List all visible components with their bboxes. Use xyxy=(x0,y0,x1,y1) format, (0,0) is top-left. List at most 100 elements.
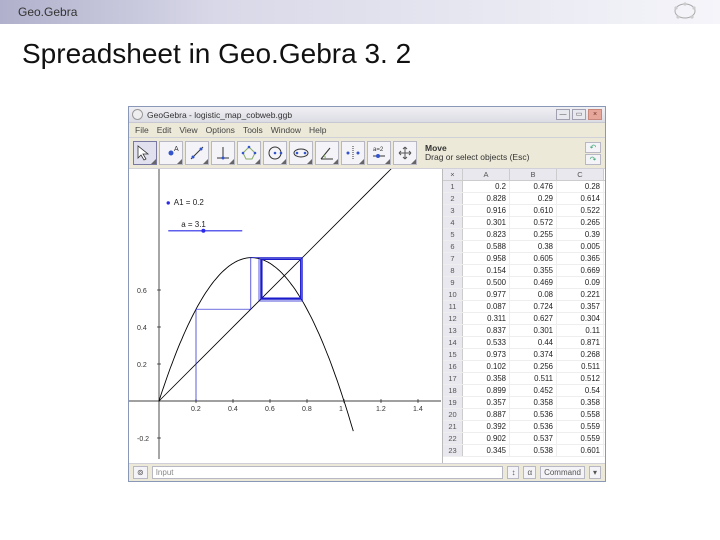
spreadsheet-cell[interactable]: 0.358 xyxy=(510,397,557,408)
spreadsheet-cell[interactable]: 0.09 xyxy=(557,277,604,288)
row-header[interactable]: 22 xyxy=(443,433,463,444)
spreadsheet-cell[interactable]: 0.533 xyxy=(463,337,510,348)
row-header[interactable]: 16 xyxy=(443,361,463,372)
graphics-view[interactable]: 0.20.40.60.811.21.4-0.20.20.40.6A1 = 0.2… xyxy=(129,169,443,463)
spreadsheet-cell[interactable]: 0.301 xyxy=(510,325,557,336)
spreadsheet-cell[interactable]: 0.977 xyxy=(463,289,510,300)
menu-options[interactable]: Options xyxy=(206,125,235,135)
row-header[interactable]: 17 xyxy=(443,373,463,384)
spreadsheet-cell[interactable]: 0.44 xyxy=(510,337,557,348)
row-header[interactable]: 8 xyxy=(443,265,463,276)
row-header[interactable]: 13 xyxy=(443,325,463,336)
row-header[interactable]: 2 xyxy=(443,193,463,204)
spreadsheet-cell[interactable]: 0.887 xyxy=(463,409,510,420)
row-header[interactable]: 9 xyxy=(443,277,463,288)
spreadsheet-cell[interactable]: 0.29 xyxy=(510,193,557,204)
spreadsheet-cell[interactable]: 0.837 xyxy=(463,325,510,336)
spreadsheet-cell[interactable]: 0.365 xyxy=(557,253,604,264)
spreadsheet-cell[interactable]: 0.536 xyxy=(510,421,557,432)
spreadsheet-cell[interactable]: 0.871 xyxy=(557,337,604,348)
statusbar-alpha-dd[interactable]: α xyxy=(523,466,536,479)
spreadsheet-cell[interactable]: 0.11 xyxy=(557,325,604,336)
spreadsheet-cell[interactable]: 0.559 xyxy=(557,421,604,432)
row-header[interactable]: 3 xyxy=(443,205,463,216)
spreadsheet-view[interactable]: ×ABC 10.20.4760.2820.8280.290.61430.9160… xyxy=(443,169,605,463)
menu-window[interactable]: Window xyxy=(271,125,301,135)
row-header[interactable]: 18 xyxy=(443,385,463,396)
row-header[interactable]: 10 xyxy=(443,289,463,300)
spreadsheet-cell[interactable]: 0.512 xyxy=(557,373,604,384)
spreadsheet-cell[interactable]: 0.614 xyxy=(557,193,604,204)
spreadsheet-cell[interactable]: 0.311 xyxy=(463,313,510,324)
column-header[interactable]: B xyxy=(510,169,557,180)
spreadsheet-cell[interactable]: 0.2 xyxy=(463,181,510,192)
statusbar-left-button[interactable]: ⊚ xyxy=(133,466,148,479)
spreadsheet-cell[interactable]: 0.572 xyxy=(510,217,557,228)
spreadsheet-cell[interactable]: 0.54 xyxy=(557,385,604,396)
row-header[interactable]: 21 xyxy=(443,421,463,432)
spreadsheet-cell[interactable]: 0.973 xyxy=(463,349,510,360)
spreadsheet-cell[interactable]: 0.522 xyxy=(557,205,604,216)
spreadsheet-cell[interactable]: 0.610 xyxy=(510,205,557,216)
menu-tools[interactable]: Tools xyxy=(243,125,263,135)
spreadsheet-cell[interactable]: 0.265 xyxy=(557,217,604,228)
spreadsheet-cell[interactable]: 0.301 xyxy=(463,217,510,228)
spreadsheet-cell[interactable]: 0.958 xyxy=(463,253,510,264)
spreadsheet-cell[interactable]: 0.916 xyxy=(463,205,510,216)
input-bar[interactable]: Input xyxy=(152,466,504,479)
spreadsheet-cell[interactable]: 0.358 xyxy=(557,397,604,408)
column-header[interactable]: A xyxy=(463,169,510,180)
spreadsheet-cell[interactable]: 0.358 xyxy=(463,373,510,384)
spreadsheet-cell[interactable]: 0.828 xyxy=(463,193,510,204)
spreadsheet-cell[interactable]: 0.536 xyxy=(510,409,557,420)
spreadsheet-cell[interactable]: 0.357 xyxy=(557,301,604,312)
spreadsheet-cell[interactable]: 0.374 xyxy=(510,349,557,360)
tool-polygon[interactable] xyxy=(237,141,261,165)
spreadsheet-cell[interactable]: 0.899 xyxy=(463,385,510,396)
row-header[interactable]: 12 xyxy=(443,313,463,324)
spreadsheet-cell[interactable]: 0.005 xyxy=(557,241,604,252)
spreadsheet-cell[interactable]: 0.256 xyxy=(510,361,557,372)
row-header[interactable]: 1 xyxy=(443,181,463,192)
tool-circle[interactable] xyxy=(263,141,287,165)
maximize-button[interactable]: ▭ xyxy=(572,109,586,120)
spreadsheet-cell[interactable]: 0.469 xyxy=(510,277,557,288)
row-header[interactable]: 14 xyxy=(443,337,463,348)
spreadsheet-cell[interactable]: 0.500 xyxy=(463,277,510,288)
spreadsheet-cell[interactable]: 0.087 xyxy=(463,301,510,312)
row-header[interactable]: 4 xyxy=(443,217,463,228)
spreadsheet-cell[interactable]: 0.39 xyxy=(557,229,604,240)
menu-edit[interactable]: Edit xyxy=(157,125,172,135)
spreadsheet-cell[interactable]: 0.823 xyxy=(463,229,510,240)
spreadsheet-cell[interactable]: 0.511 xyxy=(557,361,604,372)
spreadsheet-cell[interactable]: 0.511 xyxy=(510,373,557,384)
row-header[interactable]: 19 xyxy=(443,397,463,408)
redo-button[interactable]: ↷ xyxy=(585,154,601,165)
spreadsheet-cell[interactable]: 0.28 xyxy=(557,181,604,192)
undo-button[interactable]: ↶ xyxy=(585,142,601,153)
tool-reflect[interactable] xyxy=(341,141,365,165)
spreadsheet-cell[interactable]: 0.357 xyxy=(463,397,510,408)
spreadsheet-cell[interactable]: 0.627 xyxy=(510,313,557,324)
spreadsheet-cell[interactable]: 0.902 xyxy=(463,433,510,444)
statusbar-symbol-dd[interactable]: ↕ xyxy=(507,466,519,479)
spreadsheet-cell[interactable]: 0.392 xyxy=(463,421,510,432)
spreadsheet-cell[interactable]: 0.08 xyxy=(510,289,557,300)
spreadsheet-cell[interactable]: 0.355 xyxy=(510,265,557,276)
menu-view[interactable]: View xyxy=(179,125,197,135)
row-header[interactable]: 11 xyxy=(443,301,463,312)
spreadsheet-cell[interactable]: 0.605 xyxy=(510,253,557,264)
spreadsheet-cell[interactable]: 0.345 xyxy=(463,445,510,456)
row-header[interactable]: 23 xyxy=(443,445,463,456)
tool-move-view[interactable] xyxy=(393,141,417,165)
spreadsheet-cell[interactable]: 0.601 xyxy=(557,445,604,456)
spreadsheet-cell[interactable]: 0.452 xyxy=(510,385,557,396)
minimize-button[interactable]: — xyxy=(556,109,570,120)
spreadsheet-cell[interactable]: 0.304 xyxy=(557,313,604,324)
menu-file[interactable]: File xyxy=(135,125,149,135)
tool-perpendicular[interactable] xyxy=(211,141,235,165)
spreadsheet-cell[interactable]: 0.669 xyxy=(557,265,604,276)
spreadsheet-cell[interactable]: 0.38 xyxy=(510,241,557,252)
menu-help[interactable]: Help xyxy=(309,125,326,135)
spreadsheet-cell[interactable]: 0.154 xyxy=(463,265,510,276)
